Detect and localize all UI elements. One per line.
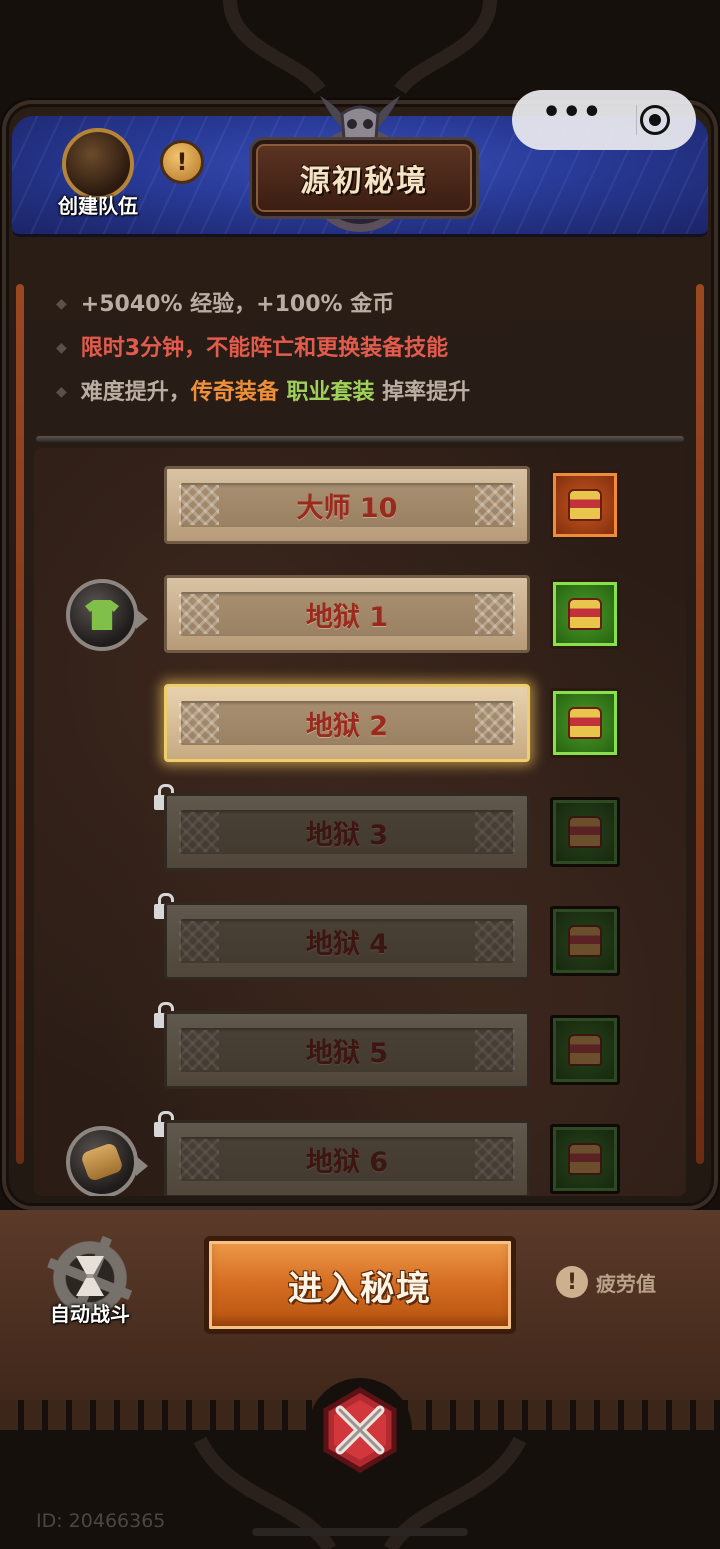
- section-divider: [36, 436, 684, 442]
- close-crossed-swords-icon[interactable]: [306, 1376, 414, 1484]
- chest-reward-icon[interactable]: [550, 579, 620, 649]
- bonus-text: +5040% 经验，+100% 金币: [80, 292, 395, 317]
- scroll-reward-icon[interactable]: [66, 1126, 148, 1196]
- level-label: 地狱 2: [305, 710, 389, 742]
- diamond-bullet-icon: ◆: [56, 296, 67, 312]
- droprate-suffix: 掉率提升: [382, 380, 471, 405]
- info-icon: !: [556, 1266, 588, 1298]
- create-team-label: 创建队伍: [58, 194, 138, 218]
- chest-reward-icon[interactable]: [550, 1124, 620, 1194]
- shirt-reward-icon[interactable]: [66, 579, 148, 651]
- rule-info-line: ◆ 限时3分钟，不能阵亡和更换装备技能: [56, 330, 448, 362]
- info-icon[interactable]: !: [160, 140, 204, 184]
- level-label: 地狱 6: [305, 1146, 389, 1178]
- create-team-button[interactable]: 创建队伍: [48, 128, 152, 224]
- level-row-hell-5[interactable]: 地狱 5: [164, 1011, 530, 1089]
- auto-battle-button[interactable]: 自动战斗: [40, 1234, 140, 1334]
- enter-dungeon-button[interactable]: 进入秘境: [204, 1236, 516, 1334]
- bonus-info-line: ◆ +5040% 经验，+100% 金币: [56, 286, 394, 318]
- more-button[interactable]: •••: [542, 98, 603, 128]
- level-row-master-10[interactable]: 大师 10: [164, 466, 530, 544]
- miniprogram-capsule: •••: [512, 90, 696, 150]
- chest-reward-icon[interactable]: [550, 797, 620, 867]
- level-row-hell-2[interactable]: 地狱 2: [164, 684, 530, 762]
- home-indicator: [252, 1528, 468, 1536]
- left-rail: [16, 284, 24, 1164]
- level-label: 地狱 3: [305, 819, 389, 851]
- level-label: 地狱 1: [305, 601, 389, 633]
- level-label: 地狱 5: [305, 1037, 389, 1069]
- level-label: 地狱 4: [305, 928, 389, 960]
- droprate-prefix: 难度提升，: [80, 380, 191, 405]
- fatigue-button[interactable]: ! 疲劳值: [556, 1266, 656, 1298]
- level-row-hell-6[interactable]: 地狱 6: [164, 1120, 530, 1196]
- level-row-hell-4[interactable]: 地狱 4: [164, 902, 530, 980]
- chest-reward-icon[interactable]: [550, 906, 620, 976]
- chest-reward-icon[interactable]: [550, 470, 620, 540]
- rule-text: 限时3分钟，不能阵亡和更换装备技能: [80, 336, 449, 361]
- class-set-text: 职业套装: [286, 380, 375, 405]
- fatigue-label: 疲劳值: [596, 1271, 656, 1296]
- auto-battle-label: 自动战斗: [50, 1302, 130, 1326]
- capsule-divider: [635, 105, 637, 135]
- page-title: 源初秘境: [252, 140, 476, 216]
- level-row-hell-1[interactable]: 地狱 1: [164, 575, 530, 653]
- chest-reward-icon[interactable]: [550, 1015, 620, 1085]
- user-id: ID: 20466365: [36, 1510, 166, 1532]
- close-target-icon[interactable]: [640, 105, 670, 135]
- level-label: 大师 10: [296, 492, 398, 524]
- droprate-info-line: ◆ 难度提升，传奇装备 职业套装 掉率提升: [56, 374, 470, 406]
- legend-gear-text: 传奇装备: [190, 380, 279, 405]
- diamond-bullet-icon: ◆: [56, 340, 67, 356]
- right-rail: [696, 284, 704, 1164]
- chest-reward-icon[interactable]: [550, 688, 620, 758]
- level-list[interactable]: 大师 10 地狱 1 地狱 2 地狱 3 地狱 4 地狱 5 地狱 6: [34, 448, 686, 1196]
- diamond-bullet-icon: ◆: [56, 384, 67, 400]
- level-row-hell-3[interactable]: 地狱 3: [164, 793, 530, 871]
